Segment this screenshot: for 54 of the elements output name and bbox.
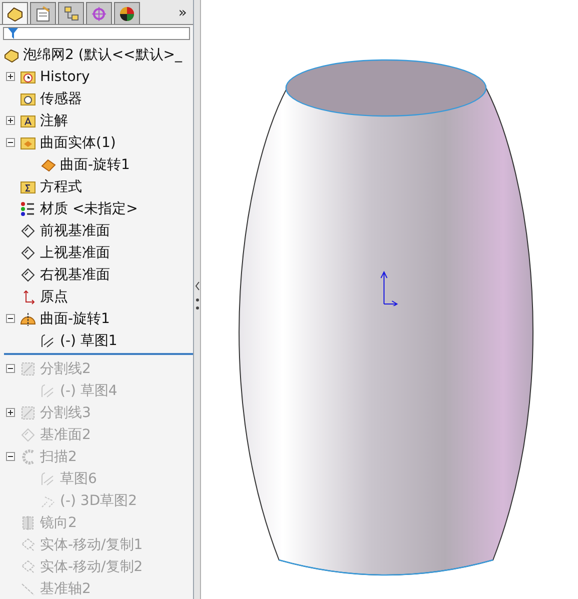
panel-tab[interactable] bbox=[30, 2, 56, 24]
sketch-icon bbox=[40, 333, 56, 349]
expander-icon[interactable] bbox=[6, 314, 15, 323]
expander-icon[interactable] bbox=[6, 364, 15, 373]
tree-item-label[interactable]: 原点 bbox=[40, 288, 68, 306]
part-icon bbox=[6, 6, 24, 22]
sketch-icon bbox=[40, 383, 56, 399]
material-icon bbox=[20, 201, 36, 217]
tree-item-label[interactable]: History bbox=[40, 69, 90, 85]
tree-item-label[interactable]: 上视基准面 bbox=[40, 244, 110, 262]
plane-icon bbox=[20, 427, 36, 443]
tree-item-label[interactable]: 注解 bbox=[40, 112, 68, 130]
tree-item-label[interactable]: 曲面-旋转1 bbox=[60, 156, 130, 174]
panel-tab[interactable] bbox=[114, 2, 140, 24]
move-icon bbox=[20, 559, 36, 575]
plane-icon bbox=[20, 245, 36, 261]
sketch-icon bbox=[40, 471, 56, 487]
tree-item-label[interactable]: 右视基准面 bbox=[40, 266, 110, 284]
expander-icon[interactable] bbox=[6, 138, 15, 147]
mirror-icon bbox=[20, 515, 36, 531]
hierarchy-icon bbox=[63, 6, 79, 22]
annotation-icon bbox=[20, 113, 36, 129]
filter-field[interactable] bbox=[3, 27, 190, 40]
tree-item-label[interactable]: 材质 <未指定> bbox=[40, 200, 138, 218]
plane-icon bbox=[20, 267, 36, 283]
expander-icon[interactable] bbox=[6, 408, 15, 417]
equations-icon bbox=[20, 179, 36, 195]
triad-icon bbox=[379, 270, 399, 306]
crosshair-icon bbox=[91, 6, 107, 22]
tree-item-label[interactable]: 方程式 bbox=[40, 178, 82, 196]
revolve-icon bbox=[20, 311, 36, 327]
move-icon bbox=[20, 537, 36, 553]
color-wheel-icon bbox=[119, 6, 135, 22]
tree-item-label[interactable]: 前视基准面 bbox=[40, 222, 110, 240]
expander-icon[interactable] bbox=[6, 72, 15, 81]
tree-item-label[interactable]: (-) 草图1 bbox=[60, 332, 118, 350]
panel-tab[interactable] bbox=[2, 2, 28, 24]
clipboard-icon bbox=[35, 6, 51, 22]
expander-icon[interactable] bbox=[6, 116, 15, 125]
tree-item-label[interactable]: 曲面-旋转1 bbox=[40, 310, 110, 328]
sweep-icon bbox=[20, 449, 36, 465]
tree-item-label[interactable]: 曲面实体(1) bbox=[40, 134, 116, 152]
part-icon bbox=[3, 47, 19, 63]
body-folder-icon bbox=[20, 135, 36, 151]
tree-item-label[interactable]: 传感器 bbox=[40, 90, 82, 108]
history-icon bbox=[20, 69, 36, 85]
part-name[interactable]: 泡绵网2 (默认<<默认>_ bbox=[23, 46, 182, 64]
surface-body-icon bbox=[40, 157, 56, 173]
expander-icon[interactable] bbox=[6, 452, 15, 461]
more-tabs-button[interactable]: » bbox=[178, 5, 187, 21]
axis-icon bbox=[20, 581, 36, 597]
plane-icon bbox=[20, 223, 36, 239]
filter-icon bbox=[8, 28, 18, 39]
sensor-icon bbox=[20, 91, 36, 107]
